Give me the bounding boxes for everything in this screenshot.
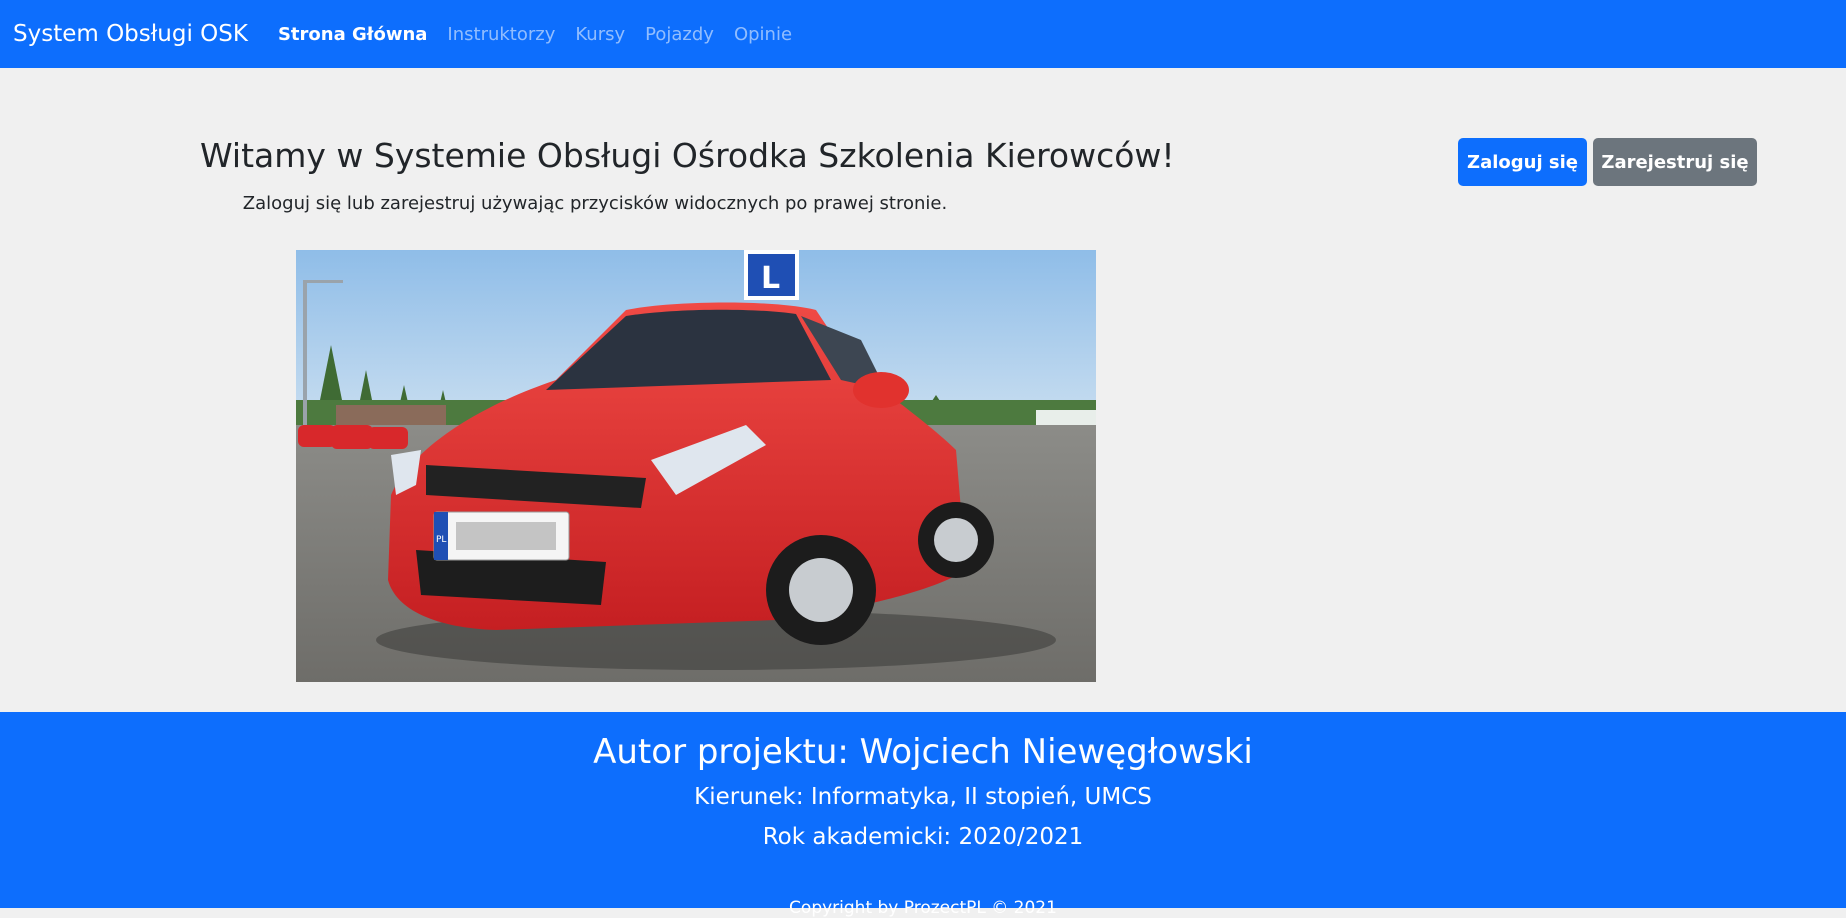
nav-link-courses[interactable]: Kursy	[575, 24, 625, 45]
page-title: Witamy w Systemie Obsługi Ośrodka Szkole…	[200, 136, 1175, 175]
nav-link-vehicles[interactable]: Pojazdy	[645, 24, 714, 45]
register-button[interactable]: Zarejestruj się	[1593, 138, 1757, 186]
driving-school-sign-letter: L	[761, 261, 780, 296]
footer-major: Kierunek: Informatyka, II stopień, UMCS	[694, 784, 1152, 810]
nav-links: Strona Główna Instruktorzy Kursy Pojazdy…	[278, 24, 812, 45]
car-photo: PL L	[296, 250, 1096, 682]
navbar: System Obsługi OSK Strona Główna Instruk…	[0, 0, 1846, 68]
footer-author: Autor projektu: Wojciech Niewęgłowski	[593, 732, 1253, 772]
nav-link-reviews[interactable]: Opinie	[734, 24, 792, 45]
footer-copyright: Copyright by ProzectPL © 2021	[789, 898, 1057, 918]
plate-country-label: PL	[436, 535, 446, 545]
page-subtitle: Zaloguj się lub zarejestruj używając prz…	[242, 193, 948, 214]
footer-academic-year: Rok akademicki: 2020/2021	[762, 824, 1084, 850]
nav-link-instructors[interactable]: Instruktorzy	[447, 24, 555, 45]
footer: Autor projektu: Wojciech Niewęgłowski Ki…	[0, 712, 1846, 918]
navbar-brand[interactable]: System Obsługi OSK	[13, 21, 248, 47]
login-button[interactable]: Zaloguj się	[1458, 138, 1587, 186]
nav-link-home[interactable]: Strona Główna	[278, 24, 427, 45]
